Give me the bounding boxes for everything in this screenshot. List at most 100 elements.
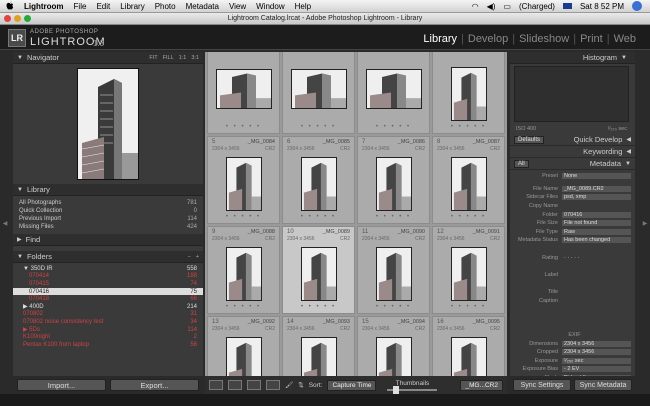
module-print[interactable]: Print	[576, 33, 607, 45]
metadata-value[interactable]: Raw	[562, 228, 631, 235]
sync-settings-button[interactable]: Sync Settings	[513, 379, 571, 391]
grid-cell[interactable]: 142304 x 3456_MG_0093CR2• • • • •	[282, 316, 355, 376]
menu-help[interactable]: Help	[295, 2, 311, 11]
menu-view[interactable]: View	[229, 2, 246, 11]
histogram-header[interactable]: Histogram ▼	[510, 52, 635, 64]
rating-dots[interactable]: • • • • •	[283, 124, 354, 130]
compare-view-icon[interactable]	[247, 380, 261, 390]
painter-icon[interactable]: 🖌	[285, 381, 293, 389]
photo-thumbnail[interactable]	[366, 69, 422, 109]
menu-edit[interactable]: Edit	[96, 2, 110, 11]
zoom-window-button[interactable]	[24, 15, 31, 22]
menu-file[interactable]: File	[74, 2, 87, 11]
rating-dots[interactable]: • • • • •	[208, 214, 279, 220]
quick-develop-preset[interactable]: Defaults	[514, 135, 545, 144]
folder-item[interactable]: ▶ 400D 214	[13, 303, 203, 311]
zoom-fill[interactable]: FILL	[163, 55, 174, 61]
metadata-preset-select[interactable]: None	[562, 173, 631, 180]
volume-icon[interactable]: ◀)	[487, 2, 496, 11]
close-window-button[interactable]	[4, 15, 11, 22]
photo-thumbnail[interactable]	[376, 247, 412, 301]
metadata-value[interactable]: 070416	[562, 211, 631, 218]
export-button[interactable]: Export...	[110, 379, 199, 391]
photo-thumbnail[interactable]	[451, 157, 487, 211]
folder-item[interactable]: 070415 74	[13, 280, 203, 288]
metadata-value[interactable]: File not found	[562, 220, 631, 227]
grid-cell[interactable]: • • • • •	[207, 52, 280, 134]
photo-thumbnail[interactable]	[226, 247, 262, 301]
library-item[interactable]: Previous Import 114	[13, 215, 203, 223]
library-item[interactable]: Quick Collection 0	[13, 207, 203, 215]
menu-metadata[interactable]: Metadata	[186, 2, 219, 11]
grid-cell[interactable]: 9 2304 x 3456 _MG_0088 CR2 • • • • •	[207, 226, 280, 314]
metadata-value[interactable]: ¹⁄₂₅₀ sec	[562, 357, 631, 364]
library-header[interactable]: ▼ Library	[13, 184, 203, 196]
navigator-header[interactable]: ▼ Navigator FIT FILL 1:1 3:1	[13, 52, 203, 64]
grid-cell[interactable]: 162304 x 3456_MG_0095CR2• • • • •	[432, 316, 505, 376]
grid-cell[interactable]: • • • • •	[282, 52, 355, 134]
metadata-value[interactable]: 2304 x 3456	[562, 349, 631, 356]
grid-cell[interactable]: 7 2304 x 3456 _MG_0086 CR2 • • • • •	[357, 136, 430, 224]
grid-cell[interactable]: • • • • •	[357, 52, 430, 134]
grid-cell[interactable]: 11 2304 x 3456 _MG_0090 CR2 • • • • •	[357, 226, 430, 314]
module-web[interactable]: Web	[610, 33, 640, 45]
folder-item[interactable]: ▶ 5Ds 114	[13, 326, 203, 334]
photo-thumbnail[interactable]	[301, 247, 337, 301]
sync-metadata-button[interactable]: Sync Metadata	[574, 379, 632, 391]
metadata-value[interactable]: 2304 x 3456	[562, 340, 631, 347]
keywording-header[interactable]: Keywording ◀	[510, 146, 635, 158]
library-item[interactable]: Missing Files 424	[13, 223, 203, 231]
battery-icon[interactable]: ▭	[503, 2, 511, 11]
spotlight-icon[interactable]	[632, 1, 642, 11]
zoom-3-1[interactable]: 3:1	[191, 55, 199, 61]
rating-dots[interactable]: • • • • •	[358, 214, 429, 220]
menu-library[interactable]: Library	[120, 2, 144, 11]
metadata-value[interactable]: psd, xmp	[562, 194, 631, 201]
photo-thumbnail[interactable]	[216, 69, 272, 109]
folder-item-selected[interactable]: 070416 75	[13, 287, 203, 296]
remove-folder-icon[interactable]: −	[188, 254, 191, 260]
metadata-header[interactable]: All Metadata ▼	[510, 158, 635, 170]
grid-cell[interactable]: • • • • •	[432, 52, 505, 134]
rating-dots[interactable]: • • • • •	[433, 124, 504, 130]
photo-thumbnail[interactable]	[451, 67, 487, 121]
photo-thumbnail[interactable]	[451, 247, 487, 301]
flag-icon[interactable]	[562, 3, 572, 9]
grid-cell-selected[interactable]: 10 2304 x 3456 _MG_0089 CR2 • • • • •	[282, 226, 355, 314]
photo-thumbnail[interactable]	[226, 337, 262, 376]
rating-dots[interactable]: • • • • •	[358, 124, 429, 130]
add-folder-icon[interactable]: +	[196, 254, 199, 260]
rating-dots[interactable]: • • • • •	[358, 304, 429, 310]
folder-item[interactable]: 070802 31	[13, 311, 203, 319]
survey-view-icon[interactable]	[266, 380, 280, 390]
folder-item[interactable]: K100night 2	[13, 333, 203, 341]
photo-thumbnail[interactable]	[226, 157, 262, 211]
grid-cell[interactable]: 8 2304 x 3456 _MG_0087 CR2 • • • • •	[432, 136, 505, 224]
thumbnail-size-slider[interactable]	[387, 385, 438, 394]
photo-thumbnail[interactable]	[301, 337, 337, 376]
grid-cell[interactable]: 5 2304 x 3456 _MG_0084 CR2 • • • • •	[207, 136, 280, 224]
metadata-value[interactable]: - 2 EV	[562, 366, 631, 373]
zoom-fit[interactable]: FIT	[149, 55, 157, 61]
module-library[interactable]: Library	[419, 33, 461, 45]
rating-dots[interactable]: • • • • •	[208, 304, 279, 310]
rating-dots[interactable]: • • • • •	[433, 214, 504, 220]
folder-item[interactable]: ▼ 350D IR 558	[13, 265, 203, 273]
grid-view-icon[interactable]	[209, 380, 223, 390]
folder-item[interactable]: Pentax K100 from laptop 56	[13, 341, 203, 349]
quick-develop-header[interactable]: Defaults Quick Develop ◀	[510, 134, 635, 146]
module-develop[interactable]: Develop	[464, 33, 512, 45]
rating-dots[interactable]: • • • • •	[433, 304, 504, 310]
left-panel-toggle[interactable]: ◀	[0, 52, 10, 394]
grid-cell[interactable]: 132304 x 3456_MG_0092CR2• • • • •	[207, 316, 280, 376]
metadata-mode-select[interactable]: All	[514, 159, 529, 168]
photo-thumbnail[interactable]	[376, 337, 412, 376]
folder-item[interactable]: 070414 188	[13, 273, 203, 281]
filmstrip[interactable]	[0, 394, 650, 406]
folder-item[interactable]: 070418 66	[13, 295, 203, 303]
navigator-preview[interactable]	[13, 64, 203, 184]
battery-status[interactable]: (Charged)	[519, 2, 555, 11]
grid-cell[interactable]: 12 2304 x 3456 _MG_0091 CR2 • • • • •	[432, 226, 505, 314]
app-menu[interactable]: Lightroom	[24, 2, 64, 11]
photo-thumbnail[interactable]	[291, 69, 347, 109]
